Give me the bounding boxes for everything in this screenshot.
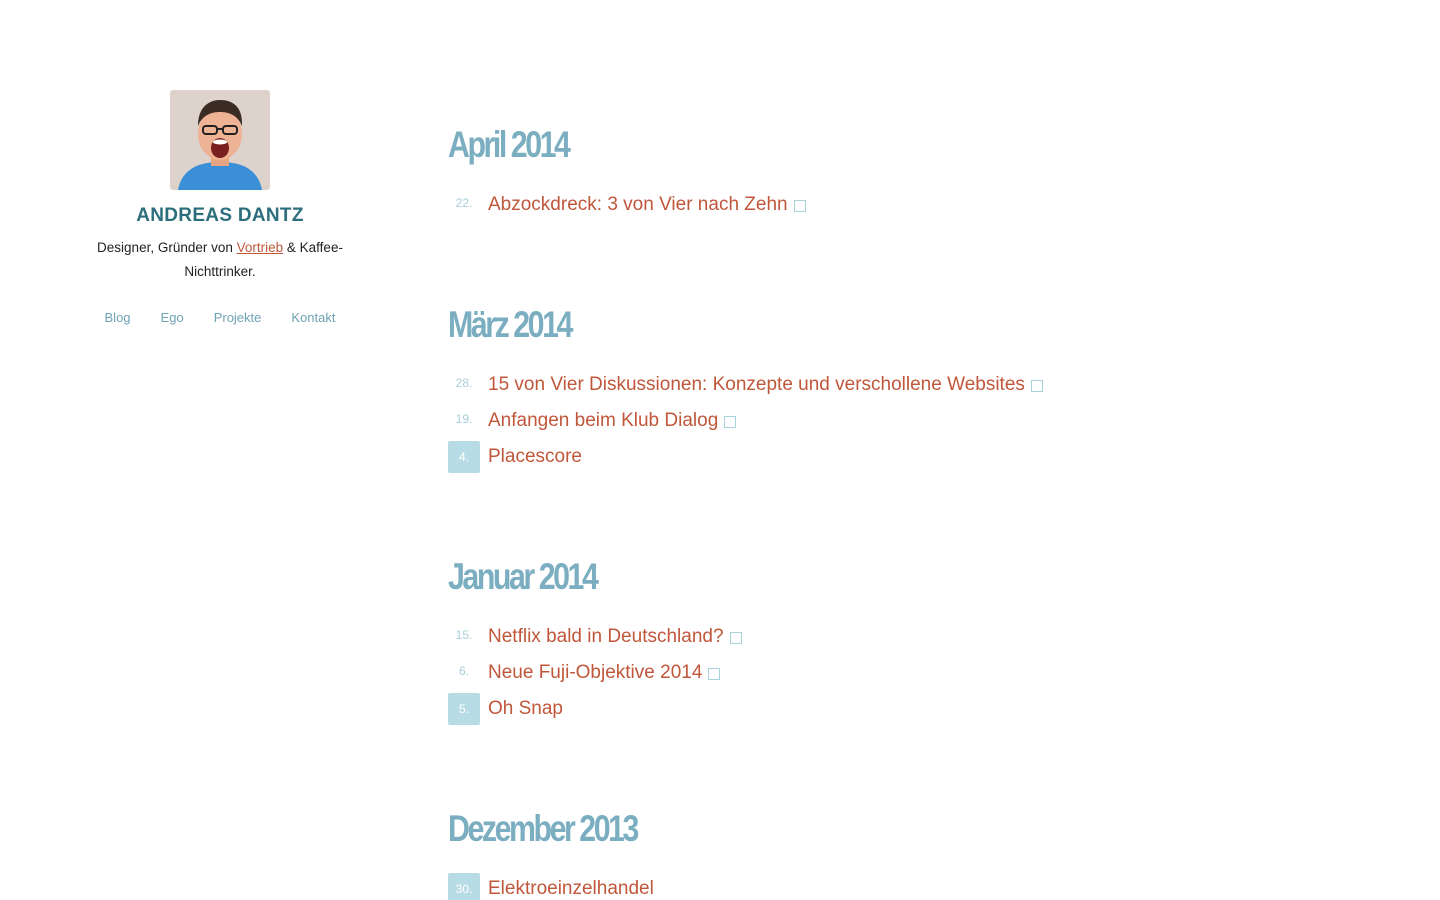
avatar-photo: [170, 90, 270, 190]
month-section-april-2014: April 2014 22. Abzockdreck: 3 von Vier n…: [448, 125, 806, 223]
page: ANDREAS DANTZ Designer, Gründer von Vort…: [0, 0, 1440, 900]
post-day: 6.: [458, 664, 469, 678]
post-title-link[interactable]: Oh Snap: [488, 698, 563, 720]
post-title-link[interactable]: Abzockdreck: 3 von Vier nach Zehn: [488, 194, 788, 216]
month-heading: Dezember 2013: [448, 808, 639, 849]
post-item: 19. Anfangen beim Klub Dialog: [448, 403, 1043, 439]
post-list: 30. Elektroeinzelhandel: [448, 871, 678, 900]
author-name[interactable]: ANDREAS DANTZ: [80, 204, 360, 228]
post-item: 4. Placescore: [448, 439, 1043, 475]
month-heading: Januar 2014: [448, 556, 599, 597]
external-link-icon[interactable]: [724, 416, 737, 428]
post-day-badge: 30.: [448, 873, 480, 900]
post-day: 22.: [455, 196, 473, 210]
nav-item-projekte[interactable]: Projekte: [214, 310, 262, 325]
post-day-badge: 5.: [448, 693, 480, 725]
external-link-icon[interactable]: [708, 668, 721, 680]
nav-item-kontakt[interactable]: Kontakt: [291, 310, 335, 325]
month-section-januar-2014: Januar 2014 15. Netflix bald in Deutschl…: [448, 557, 742, 727]
post-item: 30. Elektroeinzelhandel: [448, 871, 678, 900]
month-heading: April 2014: [448, 124, 571, 165]
post-day: 19.: [455, 412, 473, 426]
post-title-link[interactable]: Placescore: [488, 446, 582, 468]
month-heading: März 2014: [448, 304, 573, 345]
sidebar: ANDREAS DANTZ Designer, Gründer von Vort…: [80, 90, 360, 325]
author-avatar[interactable]: [170, 90, 270, 190]
vortrieb-link[interactable]: Vortrieb: [237, 240, 284, 255]
external-link-icon[interactable]: [793, 200, 806, 212]
post-list: 22. Abzockdreck: 3 von Vier nach Zehn: [448, 187, 806, 223]
post-item: 6. Neue Fuji-Objektive 2014: [448, 655, 742, 691]
post-title-link[interactable]: Neue Fuji-Objektive 2014: [488, 662, 702, 684]
post-title-link[interactable]: Netflix bald in Deutschland?: [488, 626, 724, 648]
post-day: 28.: [455, 376, 473, 390]
tagline-prefix: Designer, Gründer von: [97, 240, 237, 255]
nav-item-ego[interactable]: Ego: [161, 310, 184, 325]
main-nav: Blog Ego Projekte Kontakt: [80, 310, 360, 325]
post-item: 22. Abzockdreck: 3 von Vier nach Zehn: [448, 187, 806, 223]
nav-item-blog[interactable]: Blog: [105, 310, 131, 325]
external-link-icon[interactable]: [1030, 380, 1043, 392]
external-link-icon[interactable]: [729, 632, 742, 644]
post-title-link[interactable]: Anfangen beim Klub Dialog: [488, 410, 718, 432]
post-list: 28. 15 von Vier Diskussionen: Konzepte u…: [448, 367, 1043, 475]
post-item: 28. 15 von Vier Diskussionen: Konzepte u…: [448, 367, 1043, 403]
post-list: 15. Netflix bald in Deutschland? 6. Neue…: [448, 619, 742, 727]
month-section-dezember-2013: Dezember 2013 30. Elektroeinzelhandel: [448, 809, 678, 900]
post-title-link[interactable]: Elektroeinzelhandel: [488, 878, 654, 900]
post-title-link[interactable]: 15 von Vier Diskussionen: Konzepte und v…: [488, 374, 1025, 396]
month-section-maerz-2014: März 2014 28. 15 von Vier Diskussionen: …: [448, 305, 1043, 475]
post-item: 15. Netflix bald in Deutschland?: [448, 619, 742, 655]
post-item: 5. Oh Snap: [448, 691, 742, 727]
post-day: 15.: [455, 628, 473, 642]
post-day-badge: 4.: [448, 441, 480, 473]
author-tagline: Designer, Gründer von Vortrieb & Kaffee-…: [80, 236, 360, 284]
